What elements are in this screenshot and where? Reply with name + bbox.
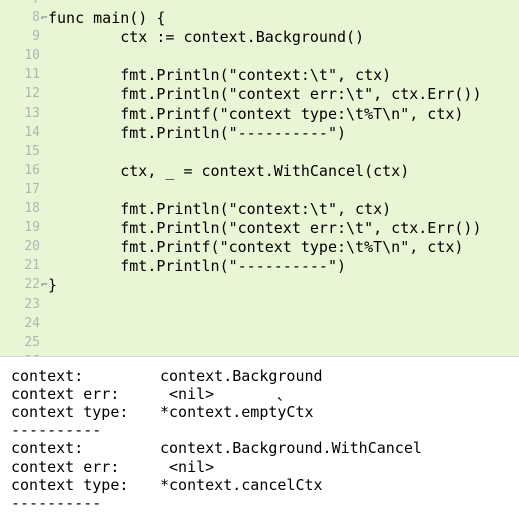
fold-marker-icon[interactable]: ⌐ [41,9,48,27]
line-number: 22 [24,277,40,293]
code-line: 24 [0,315,519,333]
line-number: 16 [24,162,40,178]
code-line: 10 [0,47,519,65]
code-text[interactable]: fmt.Println("context:\t", ctx) [48,66,391,84]
output-label: context err: [11,385,120,404]
code-text[interactable]: fmt.Println("----------") [48,257,346,275]
code-line: 9 ctx := context.Background() [0,28,519,46]
fold-marker-icon[interactable]: ⌐ [41,276,48,294]
line-number: 15 [24,143,40,159]
line-number: 9 [32,29,40,45]
output-line: context err: <nil> [0,458,519,476]
code-line: 20 fmt.Printf("context type:\t%T\n", ctx… [0,238,519,256]
code-line: 15 [0,143,519,161]
code-text[interactable]: ctx := context.Background() [48,28,364,46]
console-output: context: context.Background context err: <… [0,356,519,514]
line-number: 12 [24,86,40,102]
line-number: 17 [24,181,40,197]
code-line: 8 ⌐ func main() { [0,9,519,27]
line-number: 13 [24,105,40,121]
line-number: 21 [24,258,40,274]
code-line: 11 fmt.Println("context:\t", ctx) [0,66,519,84]
output-value: <nil> [160,457,215,476]
line-number: 7 [0,0,40,9]
code-line: 17 [0,181,519,199]
output-line: ---------- [0,421,519,439]
output-value: context.Background.WithCancel [160,439,422,458]
output-line: context type: *context.cancelCtx [0,476,519,494]
code-line-partial: 7 [0,0,519,9]
line-number: 25 [24,334,40,350]
code-line: 14 fmt.Println("----------") [0,124,519,142]
output-value: context.Background [160,367,323,385]
code-line: 23 [0,296,519,314]
output-value: *context.cancelCtx [160,475,323,494]
code-editor[interactable]: 7 8⌐func main() {9 ctx := context.Backgr… [0,0,519,356]
output-label: context: [11,367,84,385]
code-text[interactable]: fmt.Println("----------") [48,124,346,142]
output-value: <nil> [160,385,215,404]
code-line: 21 fmt.Println("----------") [0,257,519,275]
line-number: 20 [24,239,40,255]
output-line: context: context.Background [0,367,519,385]
output-label: context type: [11,403,129,422]
code-text[interactable]: fmt.Printf("context type:\t%T\n", ctx) [48,238,463,256]
output-separator: ---------- [11,493,102,512]
code-text[interactable]: func main() { [48,9,165,27]
code-text[interactable]: fmt.Println("context:\t", ctx) [48,200,391,218]
line-number: 14 [24,124,40,140]
code-line: 12 fmt.Println("context err:\t", ctx.Err… [0,85,519,103]
code-text[interactable]: fmt.Println("context err:\t", ctx.Err()) [48,219,481,237]
output-line: context: context.Background.WithCancel [0,439,519,457]
output-separator: ---------- [11,421,102,440]
code-text[interactable]: ctx, _ = context.WithCancel(ctx) [48,162,409,180]
line-number: 18 [24,201,40,216]
code-line: 18 fmt.Println("context:\t", ctx) [0,200,519,218]
output-line: ---------- [0,494,519,512]
line-number: 19 [24,220,40,236]
output-label: context err: [11,457,120,476]
code-line: 25 [0,334,519,352]
output-line: context type: *context.emptyCtx [0,403,519,421]
output-line: context err: <nil> [0,385,519,403]
output-label: context type: [11,475,129,494]
code-text[interactable]: fmt.Println("context err:\t", ctx.Err()) [48,85,481,103]
code-line: 16 ctx, _ = context.WithCancel(ctx) [0,162,519,180]
line-number: 8 [32,10,40,25]
code-line: 22 ⌐} [0,276,519,294]
code-line: 19 fmt.Println("context err:\t", ctx.Err… [0,219,519,237]
code-text[interactable]: fmt.Printf("context type:\t%T\n", ctx) [48,105,463,123]
code-line: 13 fmt.Printf("context type:\t%T\n", ctx… [0,105,519,123]
line-number: 24 [24,315,40,331]
mouse-cursor-icon: ⬉ [277,395,283,405]
line-number: 23 [24,296,40,312]
code-text[interactable]: } [48,276,57,294]
line-number: 10 [24,48,40,64]
output-value: *context.emptyCtx [160,403,314,422]
output-label: context: [11,439,84,458]
line-number: 11 [24,67,40,83]
